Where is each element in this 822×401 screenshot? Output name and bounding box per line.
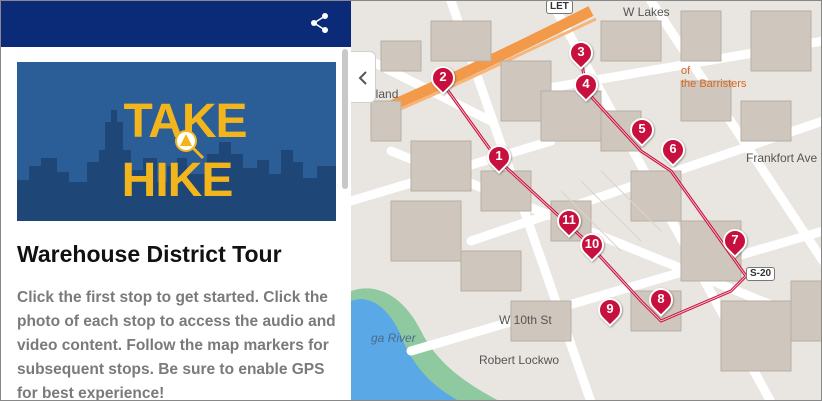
stop-marker-6[interactable]: 6	[656, 133, 690, 170]
top-bar	[1, 1, 351, 47]
stop-marker-2[interactable]: 2	[426, 61, 460, 98]
river-label: ga River	[371, 331, 416, 345]
map-view[interactable]: W Lakes Frankfort Ave W 10th St Robert L…	[351, 1, 821, 400]
stop-marker-11[interactable]: 11	[552, 204, 586, 241]
stop-marker-8[interactable]: 8	[644, 283, 678, 320]
stop-marker-10[interactable]: 10	[575, 228, 609, 265]
take-a-hike-logo: TAKE HIKE	[17, 62, 336, 221]
app-frame: TAKE HIKE Warehouse District Tour Click …	[0, 0, 822, 401]
poi-label: of the Barristers	[681, 65, 747, 90]
highway-shield-let: LET	[546, 1, 573, 14]
tour-title: Warehouse District Tour	[17, 241, 282, 267]
street-label-frankfort: Frankfort Ave	[746, 151, 818, 165]
tour-hero-image[interactable]: TAKE HIKE	[17, 62, 336, 221]
stop-marker-4[interactable]: 4	[569, 68, 603, 105]
collapse-sidebar-button[interactable]	[351, 51, 376, 103]
stop-marker-1[interactable]: 1	[482, 140, 516, 177]
stop-marker-5[interactable]: 5	[625, 113, 659, 150]
street-label-w-lakeside: W Lakes	[623, 5, 670, 19]
tour-description: Click the first stop to get started. Cli…	[17, 289, 336, 401]
chevron-left-icon	[358, 71, 367, 85]
stop-marker-3[interactable]: 3	[564, 36, 598, 73]
stop-marker-9[interactable]: 9	[593, 293, 627, 330]
stop-marker-7[interactable]: 7	[718, 224, 752, 261]
hero-text-hike: HIKE	[122, 154, 233, 207]
share-icon[interactable]	[309, 12, 331, 34]
street-label-w-10th: W 10th St	[499, 313, 552, 327]
highway-shield-i20: S-20	[746, 267, 776, 281]
sidebar: TAKE HIKE Warehouse District Tour Click …	[1, 1, 351, 401]
street-label-robert-lockwood: Robert Lockwo	[479, 353, 560, 367]
sidebar-scrollbar[interactable]	[342, 49, 348, 189]
